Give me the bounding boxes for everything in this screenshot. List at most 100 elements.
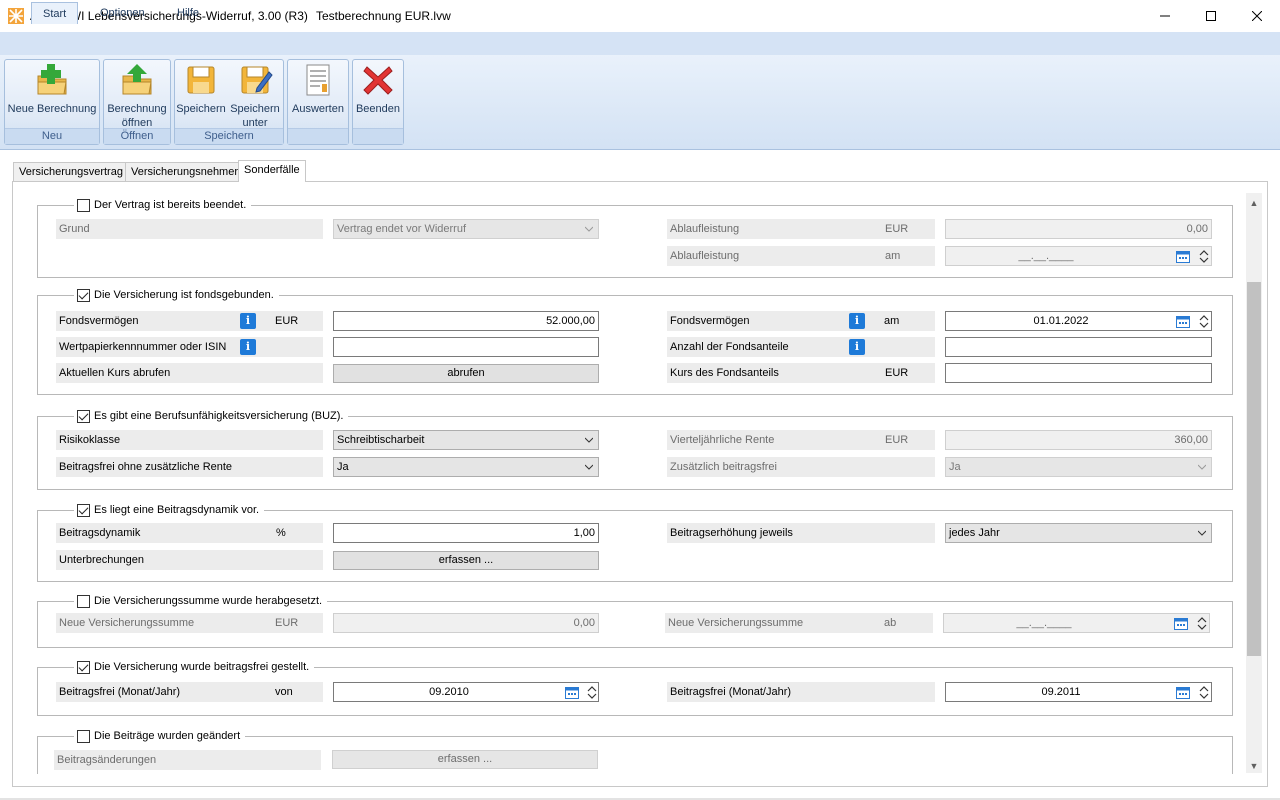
- red-x-icon: [363, 66, 393, 95]
- premium-free-label: Die Versicherung wurde beitragsfrei gest…: [94, 661, 310, 673]
- spinner-icon[interactable]: [1198, 314, 1210, 329]
- reduced-sum-checkbox-row[interactable]: Die Versicherungssumme wurde herabgesetz…: [74, 593, 328, 609]
- spinner-icon[interactable]: [1196, 616, 1208, 631]
- report-document-icon: [306, 64, 330, 96]
- spinner-icon[interactable]: [586, 685, 598, 700]
- dynamik-checkbox-row[interactable]: Es liegt eine Beitragsdynamik vor.: [74, 502, 265, 518]
- zusaetzlich-beitragsfrei-select[interactable]: Ja: [945, 457, 1212, 477]
- save-as-button[interactable]: Speichern unter: [229, 62, 281, 130]
- fondsvermoegen-am-unit: am: [884, 315, 900, 327]
- premium-changed-label: Die Beiträge wurden geändert: [94, 730, 241, 742]
- beitragsfrei-bis-value: 09.2011: [1041, 686, 1081, 698]
- beitragsdynamik-input[interactable]: 1,00: [333, 523, 599, 543]
- risikoklasse-label: Risikoklasse: [56, 430, 323, 450]
- calendar-icon[interactable]: [1176, 686, 1190, 699]
- scroll-down-arrow-icon[interactable]: ▼: [1246, 758, 1262, 774]
- minimize-button[interactable]: [1142, 0, 1188, 32]
- save-button[interactable]: Speichern: [176, 62, 226, 116]
- contract-ended-checkbox[interactable]: [77, 198, 90, 212]
- fondsvermoegen-input[interactable]: 52.000,00: [333, 311, 599, 331]
- unterbrechungen-label: Unterbrechungen: [56, 550, 323, 570]
- info-icon[interactable]: i: [849, 313, 865, 329]
- premium-free-checkbox[interactable]: [77, 660, 90, 674]
- fund-linked-checkbox-row[interactable]: Die Versicherung ist fondsgebunden.: [74, 287, 279, 303]
- calendar-icon[interactable]: [1176, 315, 1190, 328]
- calendar-icon[interactable]: [1174, 617, 1188, 630]
- buz-checkbox[interactable]: [77, 409, 90, 423]
- calendar-icon[interactable]: [1176, 250, 1190, 263]
- risikoklasse-select[interactable]: Schreibtischarbeit: [333, 430, 599, 450]
- dynamik-checkbox[interactable]: [77, 503, 90, 517]
- scrollbar-thumb[interactable]: [1247, 282, 1261, 656]
- wkn-label: Wertpapierkennnummer oder ISIN: [56, 337, 323, 357]
- ablaufleistung-input[interactable]: 0,00: [945, 219, 1212, 239]
- beitragsfrei-von-value: 09.2010: [429, 686, 469, 698]
- info-icon[interactable]: i: [240, 313, 256, 329]
- info-icon[interactable]: i: [849, 339, 865, 355]
- info-icon[interactable]: i: [240, 339, 256, 355]
- tab-sonderfaelle[interactable]: Sonderfälle: [238, 160, 306, 182]
- fondsanteile-input[interactable]: [945, 337, 1212, 357]
- maximize-button[interactable]: [1188, 0, 1234, 32]
- open-folder-icon: [122, 64, 152, 95]
- tab-versicherungsnehmer[interactable]: Versicherungsnehmer: [125, 162, 245, 181]
- zusaetzlich-beitragsfrei-value: Ja: [949, 461, 961, 473]
- beitragsfrei-bis-date-picker[interactable]: 09.2011: [945, 682, 1212, 702]
- chevron-down-icon: [585, 226, 593, 232]
- zusaetzlich-beitragsfrei-label: Zusätzlich beitragsfrei: [667, 457, 935, 477]
- premium-free-checkbox-row[interactable]: Die Versicherung wurde beitragsfrei gest…: [74, 659, 315, 675]
- spinner-icon[interactable]: [1198, 685, 1210, 700]
- beitragsaenderungen-button[interactable]: erfassen ...: [332, 750, 598, 769]
- section-buz: [37, 416, 1233, 490]
- premium-changed-checkbox-row[interactable]: Die Beiträge wurden geändert: [74, 728, 246, 744]
- exit-button[interactable]: Beenden: [354, 62, 402, 116]
- open-calculation-label-2: öffnen: [121, 117, 153, 129]
- ribbon-tab-hilfe[interactable]: Hilfe: [166, 2, 210, 24]
- kurs-input[interactable]: [945, 363, 1212, 383]
- ribbon-tab-optionen[interactable]: Optionen: [89, 2, 156, 24]
- save-label: Speichern: [176, 103, 226, 115]
- evaluate-button[interactable]: Auswerten: [289, 62, 347, 116]
- ribbon-tab-start[interactable]: Start: [31, 2, 79, 24]
- scroll-up-arrow-icon[interactable]: ▲: [1246, 195, 1262, 211]
- beitragsfrei-ohne-rente-value: Ja: [337, 461, 349, 473]
- ablaufleistung-date-picker[interactable]: __.__.____: [945, 246, 1212, 266]
- spinner-icon[interactable]: [1198, 249, 1210, 264]
- kurs-abrufen-button[interactable]: abrufen: [333, 364, 599, 383]
- buz-checkbox-row[interactable]: Es gibt eine Berufsunfähigkeitsversicher…: [74, 408, 349, 424]
- neue-summe-date-picker[interactable]: __.__.____: [943, 613, 1210, 633]
- grund-select[interactable]: Vertrag endet vor Widerruf: [333, 219, 599, 239]
- app-logo-icon: [8, 8, 24, 24]
- save-as-label-2: unter: [242, 117, 268, 129]
- neue-summe-unit: EUR: [275, 617, 299, 629]
- fund-linked-checkbox[interactable]: [77, 288, 90, 302]
- open-calculation-button[interactable]: Berechnung öffnen: [105, 62, 169, 130]
- fondsvermoegen-unit: EUR: [275, 315, 299, 327]
- fondsvermoegen-date-value: 01.01.2022: [1033, 315, 1089, 327]
- new-calculation-label: Neue Berechnung: [7, 103, 97, 115]
- ablaufleistung-date-value: __.__.____: [1018, 250, 1074, 262]
- tab-versicherungsvertrag[interactable]: Versicherungsvertrag: [13, 162, 129, 181]
- beitragserhoehung-select[interactable]: jedes Jahr: [945, 523, 1212, 543]
- wkn-input[interactable]: [333, 337, 599, 357]
- new-calculation-button[interactable]: Neue Berechnung: [6, 62, 98, 116]
- fondsvermoegen-date-picker[interactable]: 01.01.2022: [945, 311, 1212, 331]
- fondsanteile-label: Anzahl der Fondsanteile: [667, 337, 935, 357]
- contract-ended-checkbox-row[interactable]: Der Vertrag ist bereits beendet.: [74, 197, 252, 213]
- premium-changed-checkbox[interactable]: [77, 729, 90, 743]
- rente-input[interactable]: 360,00: [945, 430, 1212, 450]
- buz-label: Es gibt eine Berufsunfähigkeitsversicher…: [94, 410, 344, 422]
- contract-ended-label: Der Vertrag ist bereits beendet.: [94, 199, 247, 211]
- close-window-button[interactable]: [1234, 0, 1280, 32]
- unterbrechungen-button[interactable]: erfassen ...: [333, 551, 599, 570]
- reduced-sum-checkbox[interactable]: [77, 594, 90, 608]
- floppy-disk-icon: [187, 66, 215, 94]
- neue-summe-input[interactable]: 0,00: [333, 613, 599, 633]
- beitragsfrei-ohne-rente-select[interactable]: Ja: [333, 457, 599, 477]
- close-icon: [1252, 11, 1262, 21]
- beitragsfrei-von-date-picker[interactable]: 09.2010: [333, 682, 599, 702]
- beitragsfrei-bis-label: Beitragsfrei (Monat/Jahr): [667, 682, 935, 702]
- beitragsfrei-von-unit: von: [275, 686, 293, 698]
- calendar-icon[interactable]: [565, 686, 579, 699]
- dynamik-label: Es liegt eine Beitragsdynamik vor.: [94, 504, 260, 516]
